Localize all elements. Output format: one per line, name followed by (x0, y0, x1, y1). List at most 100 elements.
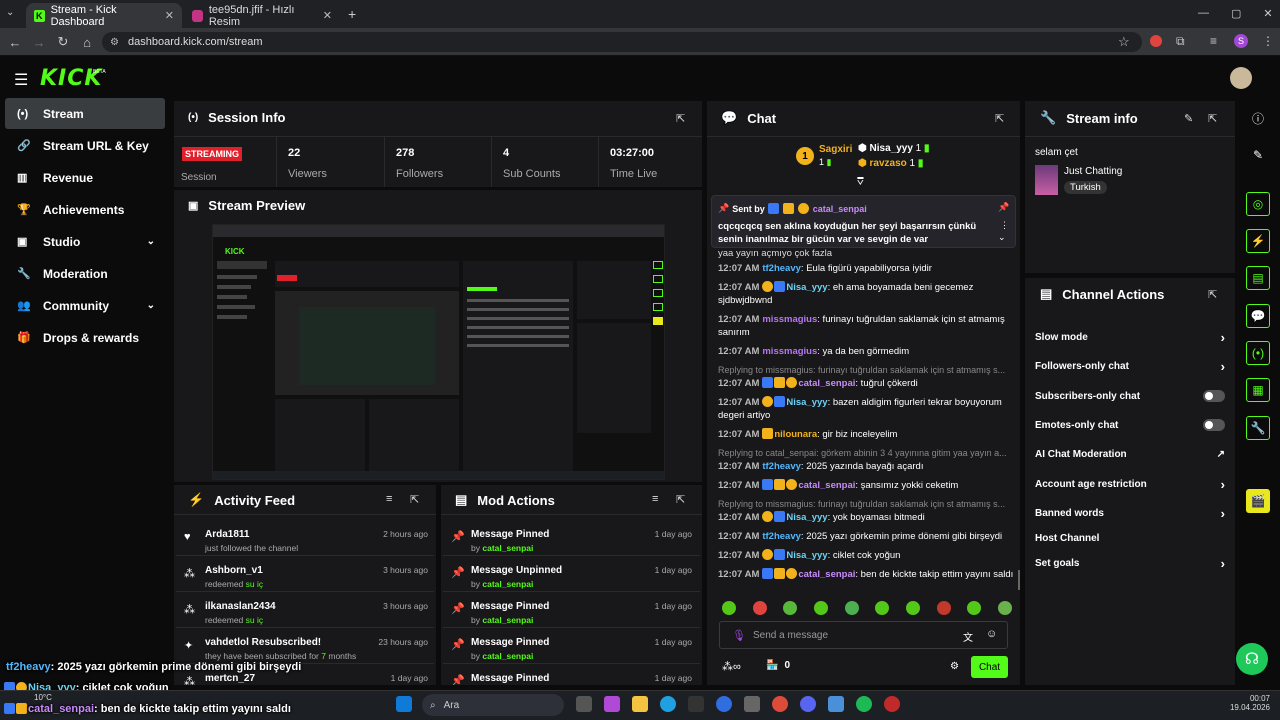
back-icon[interactable]: ← (6, 33, 24, 51)
chat-message[interactable]: 12:07 AM Nisa_yyy: ciklet cok yoğun (718, 549, 1018, 562)
moderation-wrench-icon[interactable]: 🔧 (1246, 416, 1270, 440)
chat-username[interactable]: tf2heavy (762, 531, 801, 542)
popout-icon[interactable]: ⇱ (410, 493, 419, 506)
chrome-icon[interactable] (772, 696, 788, 712)
emote-icon[interactable] (844, 601, 859, 615)
close-tab-icon[interactable]: ✕ (165, 9, 174, 22)
new-tab-icon[interactable]: + (348, 6, 356, 22)
toggle-switch[interactable] (1203, 419, 1225, 431)
mod-action-item[interactable]: 📌 Message Pinned by catal_senpai 1 day ago (443, 520, 700, 556)
channel-action-slow-mode[interactable]: Slow mode › (1035, 327, 1225, 347)
chat-action-icon[interactable]: 💬 (1246, 304, 1270, 328)
activity-item[interactable]: ⁂ ilkanaslan2434 redeemed su iç 3 hours ago (176, 592, 434, 628)
sidebar-item-moderation[interactable]: 🔧 Moderation (5, 258, 165, 289)
sidebar-item-stream-url-key[interactable]: 🔗 Stream URL & Key (5, 130, 165, 161)
mod-action-item[interactable]: 📌 Message Pinned by catal_senpai 1 day ago (443, 592, 700, 628)
browser-tab-kick[interactable]: K Stream - Kick Dashboard ✕ (26, 3, 182, 28)
chat-message[interactable]: 12:07 AM catal_senpai: şansımız yokki cek… (718, 479, 1018, 492)
stream-preview-video[interactable]: KICK (212, 224, 665, 480)
chat-message[interactable]: 12:07 AM tf2heavy: Eula figürü yapabiliyo… (718, 262, 1018, 275)
emote-icon[interactable] (875, 601, 890, 615)
weather-temp[interactable]: 10°C (34, 693, 52, 702)
emote-icon[interactable] (905, 601, 920, 615)
channel-action-ai-chat-moderation[interactable]: AI Chat Moderation ↗ (1035, 444, 1225, 464)
chat-username[interactable]: tf2heavy (762, 263, 801, 274)
activity-item[interactable]: ✦ vahdetlol Resubscribed! they have been s… (176, 628, 434, 664)
browser-tab-photo[interactable]: tee95dn.jfif - Hızlı Resim ✕ (184, 3, 340, 28)
chat-username[interactable]: Nisa_yyy (786, 397, 827, 408)
edit-pencil-icon[interactable]: ✎ (1184, 112, 1193, 125)
browser-menu-icon[interactable]: ⋮ (1262, 34, 1274, 48)
chat-username[interactable]: nilounara (774, 429, 817, 440)
chat-username[interactable]: Nisa_yyy (786, 512, 827, 523)
file-explorer-icon[interactable] (632, 696, 648, 712)
site-info-icon[interactable]: ⚙ (110, 37, 119, 48)
extension-icon[interactable] (1150, 35, 1162, 47)
window-close-icon[interactable]: ✕ (1263, 7, 1272, 20)
chat-username[interactable]: tf2heavy (762, 461, 801, 472)
mod-action-item[interactable]: 📌 Message Pinned by catal_senpai 1 day ago (443, 628, 700, 664)
broadcast-action-icon[interactable]: (•) (1246, 341, 1270, 365)
mod-action-item[interactable]: 📌 Message Unpinned by catal_senpai 1 day ag… (443, 556, 700, 592)
popout-icon[interactable]: ⇱ (676, 493, 685, 506)
sidebar-item-community[interactable]: 👥 Community ⌄ (5, 290, 165, 321)
channel-action-host-channel[interactable]: Host Channel (1035, 528, 1225, 548)
category-name[interactable]: Just Chatting (1064, 166, 1122, 177)
photos-icon[interactable] (744, 696, 760, 712)
channel-action-set-goals[interactable]: Set goals › (1035, 553, 1225, 573)
chat-input-box[interactable]: 🎙 Send a message 文 ☺ (719, 621, 1008, 649)
tab-menu-icon[interactable]: ⌄ (6, 7, 14, 18)
lightning-action-icon[interactable]: ⚡ (1246, 229, 1270, 253)
emote-icon[interactable] (813, 601, 828, 615)
task-view-icon[interactable] (576, 696, 592, 712)
chat-message[interactable]: 12:07 AM missmagius: ya da ben görmedim (718, 345, 1018, 358)
app-icon[interactable] (716, 696, 732, 712)
chat-username[interactable]: Nisa_yyy (786, 550, 827, 561)
chat-message[interactable]: Replying to missmagius: furinayı tuğruld… (718, 364, 1018, 390)
bookmark-star-icon[interactable]: ☆ (1118, 34, 1130, 50)
emoji-icon[interactable]: ☺ (986, 628, 997, 640)
emote-icon[interactable] (967, 601, 982, 615)
community-points-icon[interactable]: ⁂∞ (722, 660, 741, 673)
gift-counter[interactable]: 🏪 0 (766, 660, 790, 671)
discord-icon[interactable] (800, 696, 816, 712)
user-avatar[interactable] (1230, 67, 1252, 89)
app-red-icon[interactable] (884, 696, 900, 712)
chat-message[interactable]: 12:07 AM catal_senpai: ben de kickte taki… (718, 568, 1018, 581)
unpin-icon[interactable]: 📌 (998, 202, 1009, 213)
category-thumbnail[interactable] (1035, 165, 1058, 195)
notes-icon[interactable]: ▤ (1246, 266, 1270, 290)
hamburger-menu-icon[interactable]: ☰ (14, 70, 28, 90)
sidebar-item-drops-rewards[interactable]: 🎁 Drops & rewards (5, 322, 165, 353)
channel-action-account-age-restriction[interactable]: Account age restriction › (1035, 474, 1225, 494)
chat-message[interactable]: Replying to missmagius: furinayı tuğruld… (718, 498, 1018, 524)
taskbar-search[interactable]: ⌕ Ara (422, 694, 564, 716)
chat-username[interactable]: catal_senpai (798, 480, 855, 491)
edge-icon[interactable] (660, 696, 676, 712)
chat-message[interactable]: 12:07 AM nilounara: gir biz inceleyelim (718, 428, 1018, 441)
chat-username[interactable]: catal_senpai (798, 378, 855, 389)
extensions-puzzle-icon[interactable]: ⧉ (1176, 34, 1185, 49)
chat-username[interactable]: missmagius (762, 314, 817, 325)
mod-action-item[interactable]: 📌Message Pinnedby 1 day ago (443, 664, 700, 685)
channel-action-banned-words[interactable]: Banned words › (1035, 503, 1225, 523)
maximize-icon[interactable]: ▢ (1231, 7, 1241, 20)
top-gifter-name[interactable]: Sagxiri (819, 144, 852, 155)
sidebar-item-revenue[interactable]: ▥ Revenue (5, 162, 165, 193)
pinned-expand-icon[interactable]: ⌄ (998, 232, 1006, 243)
home-icon[interactable]: ⌂ (78, 33, 96, 51)
popout-icon[interactable]: ⇱ (676, 112, 685, 125)
send-chat-button[interactable]: Chat (971, 656, 1008, 678)
sidebar-item-stream[interactable]: (•) Stream (5, 98, 165, 129)
popout-icon[interactable]: ⇱ (1208, 288, 1217, 301)
toggle-switch[interactable] (1203, 390, 1225, 402)
sidebar-item-achievements[interactable]: 🏆 Achievements (5, 194, 165, 225)
help-support-icon[interactable]: ☊ (1236, 643, 1268, 675)
chat-message[interactable]: 12:07 AM tf2heavy: 2025 yazı görkemin pri… (718, 530, 1018, 543)
clips-icon[interactable]: 🎬 (1246, 489, 1270, 513)
profile-avatar[interactable]: S (1234, 34, 1248, 48)
info-icon[interactable]: ⓘ (1246, 106, 1270, 130)
emote-icon[interactable] (997, 601, 1012, 615)
close-tab-icon[interactable]: ✕ (323, 9, 332, 22)
popout-icon[interactable]: ⇱ (995, 112, 1004, 125)
